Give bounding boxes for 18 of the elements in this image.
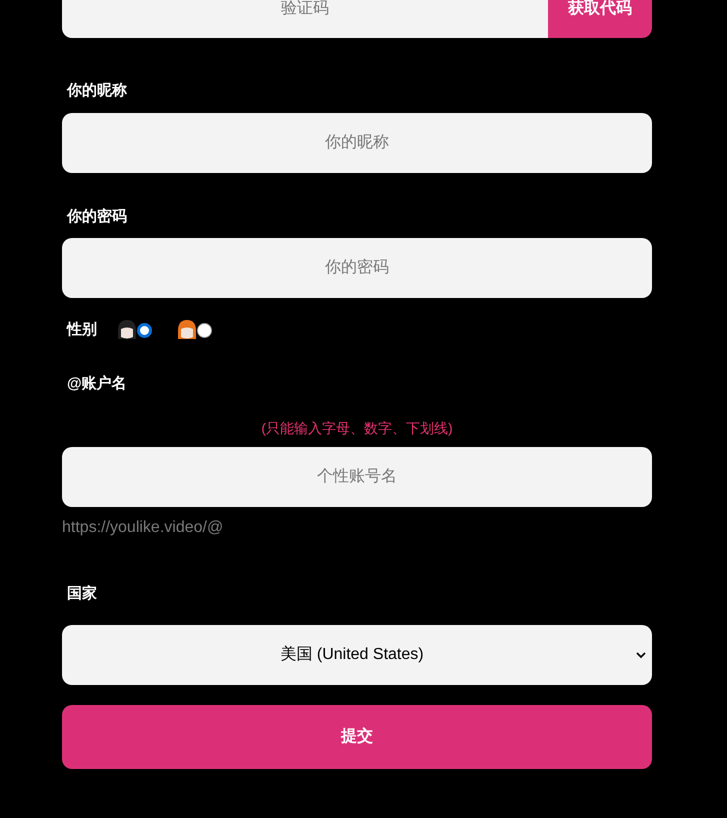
url-prefix: https://youlike.video/@	[62, 518, 224, 538]
radio-button[interactable]	[197, 322, 212, 338]
input-field[interactable]: 你的密码	[62, 238, 652, 298]
chevron-down-icon	[636, 652, 646, 658]
radio-button[interactable]	[137, 322, 152, 338]
input-field[interactable]: 验证码	[62, 0, 548, 38]
hint-text: (只能输入字母、数字、下划线)	[261, 418, 453, 438]
input-field[interactable]: 你的昵称	[62, 112, 652, 172]
avatar-icon	[177, 319, 197, 341]
field-label: 你的密码	[66, 206, 128, 226]
field-label: 你的昵称	[66, 81, 128, 101]
avatar-icon	[117, 319, 137, 341]
field-label: 国家	[66, 584, 98, 604]
country-select[interactable]: 美国 (United States)	[62, 625, 652, 685]
submit-button[interactable]: 提交	[62, 705, 652, 769]
field-label: @账户名	[66, 374, 128, 394]
field-label: 性别	[67, 320, 97, 340]
input-field[interactable]: 个性账号名	[62, 446, 652, 506]
